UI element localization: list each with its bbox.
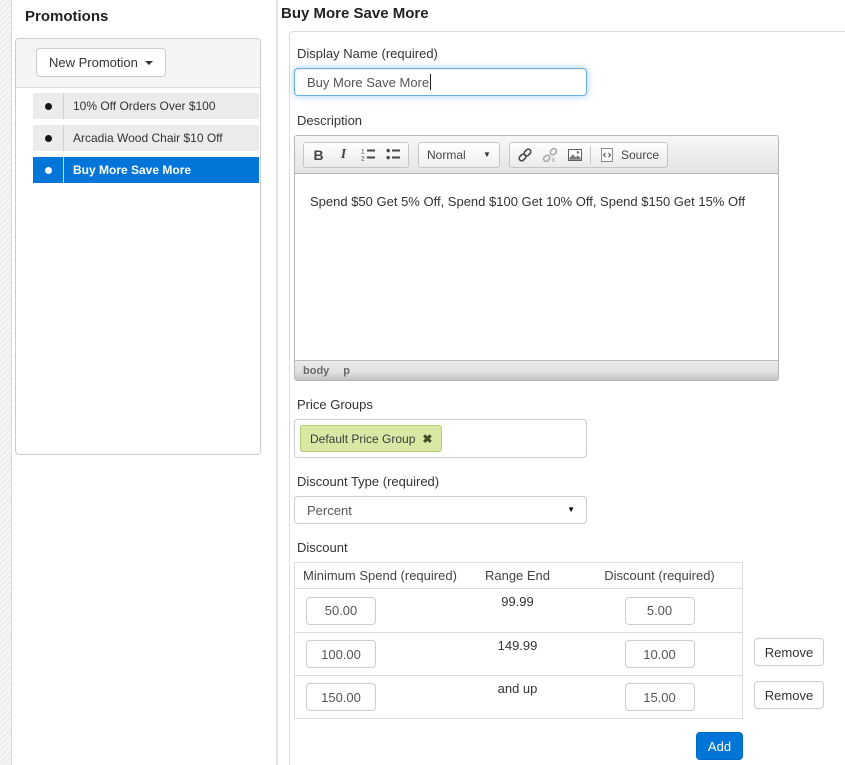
editor-element-path: body p (295, 360, 778, 380)
promotion-detail-pane: Buy More Save More Display Name (require… (277, 0, 845, 765)
text-cursor (430, 74, 431, 90)
discount-type-select-wrap: Percent ▼ (294, 496, 587, 524)
format-buttons-group: B I 1 2 (303, 142, 409, 168)
promotion-item-label: Buy More Save More (64, 157, 191, 183)
description-text: Spend $50 Get 5% Off, Spend $100 Get 10%… (310, 194, 763, 209)
paragraph-format-value: Normal (419, 148, 483, 162)
bullet-zone (33, 93, 63, 119)
bullet-zone (33, 125, 63, 151)
italic-button[interactable]: I (331, 143, 356, 167)
minimum-spend-input[interactable] (306, 597, 376, 625)
image-icon (567, 147, 583, 163)
bullet-list-icon (386, 147, 401, 162)
promotion-list-item-selected[interactable]: Buy More Save More (33, 157, 259, 183)
path-p[interactable]: p (343, 365, 350, 377)
remove-tier-button[interactable]: Remove (754, 681, 824, 709)
numbered-list-button[interactable]: 1 2 (356, 143, 381, 167)
svg-text:x: x (551, 157, 555, 163)
remove-tag-icon[interactable]: ✖ (422, 432, 432, 446)
bullet-zone (33, 157, 63, 183)
promotions-list: 10% Off Orders Over $100 Arcadia Wood Ch… (16, 88, 260, 183)
minimum-spend-input[interactable] (306, 683, 376, 711)
svg-text:1: 1 (361, 149, 365, 156)
source-button-label[interactable]: Source (619, 148, 665, 162)
promotion-list-item[interactable]: Arcadia Wood Chair $10 Off (33, 125, 259, 151)
promotions-page: Promotions New Promotion 10% Off Orders … (0, 0, 845, 765)
promotion-item-label: Arcadia Wood Chair $10 Off (64, 125, 223, 151)
price-groups-input[interactable]: Default Price Group ✖ (294, 419, 587, 458)
discount-label: Discount (297, 540, 845, 555)
combo-caret-icon: ▼ (483, 150, 499, 159)
discount-tiers-area: Minimum Spend (required) Range End Disco… (294, 562, 845, 760)
numbered-list-icon: 1 2 (361, 147, 376, 162)
left-gutter-stripe (0, 0, 12, 765)
discount-amount-input[interactable] (625, 683, 695, 711)
display-name-label: Display Name (required) (297, 46, 845, 61)
add-tier-row: Add (294, 732, 743, 760)
discount-tier-row: 149.99 (295, 632, 742, 675)
insert-image-button[interactable] (562, 143, 587, 167)
add-tier-button[interactable]: Add (696, 732, 743, 760)
range-end-value: 99.99 (501, 589, 534, 609)
insert-buttons-group: x (509, 142, 668, 168)
new-promotion-label: New Promotion (49, 55, 138, 70)
display-name-value: Buy More Save More (307, 75, 429, 90)
rich-text-editor: B I 1 2 (294, 135, 779, 381)
price-group-tag: Default Price Group ✖ (300, 425, 442, 452)
discount-table-header: Minimum Spend (required) Range End Disco… (295, 563, 742, 589)
description-label: Description (297, 113, 845, 128)
bullet-list-button[interactable] (381, 143, 406, 167)
discount-tier-row: 99.99 (295, 589, 742, 632)
unlink-icon: x (542, 147, 558, 163)
unlink-button[interactable]: x (537, 143, 562, 167)
minimum-spend-input[interactable] (306, 640, 376, 668)
range-end-value: and up (498, 676, 538, 696)
range-end-value: 149.99 (498, 633, 538, 653)
svg-text:2: 2 (361, 156, 365, 163)
remove-tier-button[interactable]: Remove (754, 638, 824, 666)
promotions-sidebar: Promotions New Promotion 10% Off Orders … (12, 0, 277, 765)
discount-tiers-table: Minimum Spend (required) Range End Disco… (294, 562, 743, 719)
min-spend-column-header: Minimum Spend (required) (295, 568, 460, 583)
paragraph-format-dropdown[interactable]: Normal ▼ (418, 142, 500, 168)
price-group-tag-label: Default Price Group (310, 432, 415, 446)
promotion-form-panel: Display Name (required) Buy More Save Mo… (289, 31, 845, 765)
path-body[interactable]: body (303, 365, 329, 377)
promotion-item-label: 10% Off Orders Over $100 (64, 93, 216, 119)
discount-type-label: Discount Type (required) (297, 474, 845, 489)
promotion-list-item[interactable]: 10% Off Orders Over $100 (33, 93, 259, 119)
discount-amount-input[interactable] (625, 597, 695, 625)
discount-amount-input[interactable] (625, 640, 695, 668)
source-icon (599, 147, 615, 163)
toolbar-separator (590, 146, 591, 164)
discount-tier-row: and up (295, 675, 742, 718)
bullet-icon (45, 167, 52, 174)
discount-type-select[interactable]: Percent (294, 496, 587, 524)
editor-content[interactable]: Spend $50 Get 5% Off, Spend $100 Get 10%… (295, 174, 778, 360)
discount-column-header: Discount (required) (575, 568, 744, 583)
caret-down-icon (145, 61, 153, 65)
range-end-column-header: Range End (460, 568, 575, 583)
bold-button[interactable]: B (306, 143, 331, 167)
page-title: Buy More Save More (281, 5, 429, 22)
editor-toolbar: B I 1 2 (295, 136, 778, 174)
promotions-panel-header: New Promotion (16, 39, 260, 88)
link-icon (517, 147, 533, 163)
bullet-icon (45, 135, 52, 142)
sidebar-title: Promotions (25, 8, 108, 25)
source-button[interactable] (594, 143, 619, 167)
display-name-input[interactable]: Buy More Save More (294, 68, 587, 96)
link-button[interactable] (512, 143, 537, 167)
price-groups-label: Price Groups (297, 397, 845, 412)
new-promotion-button[interactable]: New Promotion (36, 48, 166, 77)
bullet-icon (45, 103, 52, 110)
promotions-panel: New Promotion 10% Off Orders Over $100 A… (15, 38, 261, 455)
